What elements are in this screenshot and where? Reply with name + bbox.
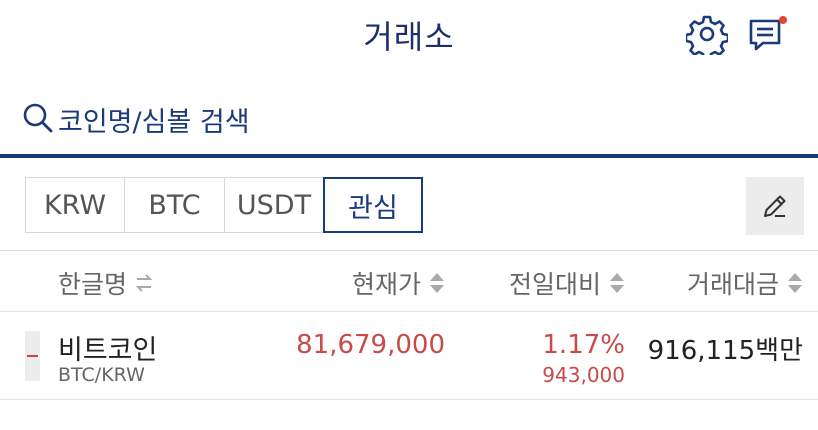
tab-btc[interactable]: BTC (124, 177, 225, 233)
col-volume[interactable]: 거래대금 (687, 265, 803, 301)
pencil-icon (764, 195, 786, 217)
coin-name: 비트코인 (58, 335, 158, 366)
change-amount: 943,000 (542, 363, 625, 387)
col-volume-label: 거래대금 (686, 270, 779, 299)
col-price[interactable]: 현재가 (352, 265, 445, 301)
change-percent: 1.17% (542, 330, 625, 360)
gear-icon[interactable] (686, 13, 728, 55)
col-change[interactable]: 전일대비 (509, 265, 625, 301)
col-name[interactable]: 한글명 (58, 265, 153, 301)
swap-icon (135, 274, 153, 292)
search-icon[interactable] (22, 102, 54, 134)
col-change-label: 전일대비 (508, 270, 601, 299)
col-name-label: 한글명 (58, 270, 128, 299)
sort-icon (430, 273, 444, 293)
sort-icon (788, 273, 802, 293)
tab-usdt[interactable]: USDT (224, 177, 324, 233)
chat-icon[interactable] (746, 12, 790, 56)
search-input[interactable]: 코인명/심볼 검색 (58, 100, 250, 139)
top-bar: 거래소 (0, 0, 818, 70)
trade-volume: 916,115백만 (647, 336, 803, 366)
current-price: 81,679,000 (296, 330, 445, 360)
col-price-label: 현재가 (351, 270, 421, 299)
coin-symbol: BTC/KRW (58, 364, 145, 386)
search-bar[interactable]: 코인명/심볼 검색 (0, 88, 818, 158)
tab-favorites[interactable]: 관심 (323, 177, 423, 233)
tab-krw[interactable]: KRW (25, 177, 125, 233)
market-tabs: KRW BTC USDT 관심 (25, 177, 423, 233)
candle-line (27, 355, 38, 357)
table-row[interactable]: 비트코인 BTC/KRW 81,679,000 1.17% 943,000 91… (0, 312, 818, 400)
column-header: 한글명 현재가 전일대비 거래대금 (0, 250, 818, 312)
edit-button[interactable] (746, 177, 804, 235)
notification-dot (779, 16, 787, 24)
sort-icon (610, 273, 624, 293)
mini-candle-chart (25, 331, 40, 381)
